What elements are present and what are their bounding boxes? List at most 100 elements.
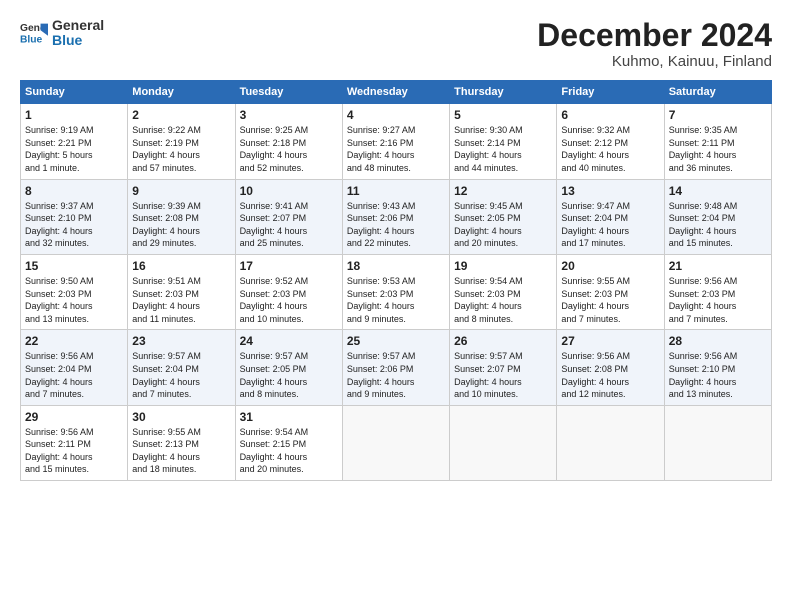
table-row: 13 Sunrise: 9:47 AM Sunset: 2:04 PM Dayli… <box>557 179 664 254</box>
day-number: 15 <box>25 259 123 273</box>
day-info: Sunrise: 9:32 AM Sunset: 2:12 PM Dayligh… <box>561 124 659 174</box>
table-row: 29 Sunrise: 9:56 AM Sunset: 2:11 PM Dayli… <box>21 405 128 480</box>
day-info: Sunrise: 9:43 AM Sunset: 2:06 PM Dayligh… <box>347 200 445 250</box>
day-number: 5 <box>454 108 552 122</box>
table-row: 2Sunrise: 9:22 AM Sunset: 2:19 PM Daylig… <box>128 104 235 179</box>
svg-text:Blue: Blue <box>20 35 43 46</box>
day-number: 8 <box>25 184 123 198</box>
table-row <box>664 405 771 480</box>
day-info: Sunrise: 9:30 AM Sunset: 2:14 PM Dayligh… <box>454 124 552 174</box>
table-row: 17Sunrise: 9:52 AM Sunset: 2:03 PM Dayli… <box>235 254 342 329</box>
day-info: Sunrise: 9:57 AM Sunset: 2:07 PM Dayligh… <box>454 350 552 400</box>
day-info: Sunrise: 9:25 AM Sunset: 2:18 PM Dayligh… <box>240 124 338 174</box>
day-info: Sunrise: 9:57 AM Sunset: 2:04 PM Dayligh… <box>132 350 230 400</box>
day-number: 17 <box>240 259 338 273</box>
col-thursday: Thursday <box>450 81 557 104</box>
calendar-table: Sunday Monday Tuesday Wednesday Thursday… <box>20 80 772 481</box>
day-number: 28 <box>669 334 767 348</box>
table-row: 25 Sunrise: 9:57 AM Sunset: 2:06 PM Dayli… <box>342 330 449 405</box>
day-number: 11 <box>347 184 445 198</box>
table-row: 16Sunrise: 9:51 AM Sunset: 2:03 PM Dayli… <box>128 254 235 329</box>
table-row: 28 Sunrise: 9:56 AM Sunset: 2:10 PM Dayli… <box>664 330 771 405</box>
calendar-subtitle: Kuhmo, Kainuu, Finland <box>537 53 772 70</box>
day-number: 26 <box>454 334 552 348</box>
table-row: 27Sunrise: 9:56 AM Sunset: 2:08 PM Dayli… <box>557 330 664 405</box>
table-row: 31 Sunrise: 9:54 AM Sunset: 2:15 PM Dayli… <box>235 405 342 480</box>
table-row: 14 Sunrise: 9:48 AM Sunset: 2:04 PM Dayli… <box>664 179 771 254</box>
calendar-page: General Blue General Blue December 2024 … <box>0 0 792 612</box>
calendar-week-row: 8 Sunrise: 9:37 AM Sunset: 2:10 PM Daylig… <box>21 179 772 254</box>
day-number: 7 <box>669 108 767 122</box>
day-number: 10 <box>240 184 338 198</box>
table-row: 7 Sunrise: 9:35 AM Sunset: 2:11 PM Daylig… <box>664 104 771 179</box>
col-friday: Friday <box>557 81 664 104</box>
day-number: 24 <box>240 334 338 348</box>
col-monday: Monday <box>128 81 235 104</box>
day-info: Sunrise: 9:48 AM Sunset: 2:04 PM Dayligh… <box>669 200 767 250</box>
day-info: Sunrise: 9:56 AM Sunset: 2:08 PM Dayligh… <box>561 350 659 400</box>
table-row: 21 Sunrise: 9:56 AM Sunset: 2:03 PM Dayli… <box>664 254 771 329</box>
day-info: Sunrise: 9:45 AM Sunset: 2:05 PM Dayligh… <box>454 200 552 250</box>
day-number: 30 <box>132 410 230 424</box>
day-number: 25 <box>347 334 445 348</box>
day-info: Sunrise: 9:53 AM Sunset: 2:03 PM Dayligh… <box>347 275 445 325</box>
day-number: 1 <box>25 108 123 122</box>
day-info: Sunrise: 9:56 AM Sunset: 2:11 PM Dayligh… <box>25 426 123 476</box>
day-number: 16 <box>132 259 230 273</box>
day-number: 31 <box>240 410 338 424</box>
day-number: 9 <box>132 184 230 198</box>
day-number: 12 <box>454 184 552 198</box>
day-number: 22 <box>25 334 123 348</box>
table-row: 1 Sunrise: 9:19 AM Sunset: 2:21 PM Daylig… <box>21 104 128 179</box>
table-row: 3 Sunrise: 9:25 AM Sunset: 2:18 PM Daylig… <box>235 104 342 179</box>
col-tuesday: Tuesday <box>235 81 342 104</box>
table-row: 15Sunrise: 9:50 AM Sunset: 2:03 PM Dayli… <box>21 254 128 329</box>
day-info: Sunrise: 9:54 AM Sunset: 2:15 PM Dayligh… <box>240 426 338 476</box>
day-number: 23 <box>132 334 230 348</box>
logo-icon: General Blue <box>20 19 48 47</box>
day-info: Sunrise: 9:57 AM Sunset: 2:06 PM Dayligh… <box>347 350 445 400</box>
day-number: 3 <box>240 108 338 122</box>
day-number: 20 <box>561 259 659 273</box>
table-row: 5 Sunrise: 9:30 AM Sunset: 2:14 PM Daylig… <box>450 104 557 179</box>
table-row: 23 Sunrise: 9:57 AM Sunset: 2:04 PM Dayli… <box>128 330 235 405</box>
calendar-week-row: 29 Sunrise: 9:56 AM Sunset: 2:11 PM Dayli… <box>21 405 772 480</box>
day-info: Sunrise: 9:56 AM Sunset: 2:03 PM Dayligh… <box>669 275 767 325</box>
logo-blue: Blue <box>52 33 104 48</box>
table-row: 9Sunrise: 9:39 AM Sunset: 2:08 PM Daylig… <box>128 179 235 254</box>
day-info: Sunrise: 9:56 AM Sunset: 2:10 PM Dayligh… <box>669 350 767 400</box>
day-info: Sunrise: 9:56 AM Sunset: 2:04 PM Dayligh… <box>25 350 123 400</box>
table-row: 24Sunrise: 9:57 AM Sunset: 2:05 PM Dayli… <box>235 330 342 405</box>
day-number: 13 <box>561 184 659 198</box>
day-number: 21 <box>669 259 767 273</box>
calendar-header-row: Sunday Monday Tuesday Wednesday Thursday… <box>21 81 772 104</box>
col-sunday: Sunday <box>21 81 128 104</box>
day-info: Sunrise: 9:19 AM Sunset: 2:21 PM Dayligh… <box>25 124 123 174</box>
day-number: 14 <box>669 184 767 198</box>
day-info: Sunrise: 9:37 AM Sunset: 2:10 PM Dayligh… <box>25 200 123 250</box>
table-row: 6 Sunrise: 9:32 AM Sunset: 2:12 PM Daylig… <box>557 104 664 179</box>
day-info: Sunrise: 9:41 AM Sunset: 2:07 PM Dayligh… <box>240 200 338 250</box>
calendar-week-row: 22 Sunrise: 9:56 AM Sunset: 2:04 PM Dayli… <box>21 330 772 405</box>
table-row: 11 Sunrise: 9:43 AM Sunset: 2:06 PM Dayli… <box>342 179 449 254</box>
day-number: 6 <box>561 108 659 122</box>
table-row <box>557 405 664 480</box>
table-row: 30 Sunrise: 9:55 AM Sunset: 2:13 PM Dayli… <box>128 405 235 480</box>
table-row: 12 Sunrise: 9:45 AM Sunset: 2:05 PM Dayli… <box>450 179 557 254</box>
calendar-title: December 2024 <box>537 18 772 53</box>
table-row: 22 Sunrise: 9:56 AM Sunset: 2:04 PM Dayli… <box>21 330 128 405</box>
table-row: 8 Sunrise: 9:37 AM Sunset: 2:10 PM Daylig… <box>21 179 128 254</box>
table-row: 10 Sunrise: 9:41 AM Sunset: 2:07 PM Dayli… <box>235 179 342 254</box>
day-info: Sunrise: 9:35 AM Sunset: 2:11 PM Dayligh… <box>669 124 767 174</box>
day-info: Sunrise: 9:55 AM Sunset: 2:03 PM Dayligh… <box>561 275 659 325</box>
table-row: 26 Sunrise: 9:57 AM Sunset: 2:07 PM Dayli… <box>450 330 557 405</box>
day-number: 4 <box>347 108 445 122</box>
table-row: 19Sunrise: 9:54 AM Sunset: 2:03 PM Dayli… <box>450 254 557 329</box>
title-block: December 2024 Kuhmo, Kainuu, Finland <box>537 18 772 70</box>
day-number: 29 <box>25 410 123 424</box>
header: General Blue General Blue December 2024 … <box>20 18 772 70</box>
col-wednesday: Wednesday <box>342 81 449 104</box>
day-info: Sunrise: 9:47 AM Sunset: 2:04 PM Dayligh… <box>561 200 659 250</box>
table-row <box>342 405 449 480</box>
day-info: Sunrise: 9:55 AM Sunset: 2:13 PM Dayligh… <box>132 426 230 476</box>
